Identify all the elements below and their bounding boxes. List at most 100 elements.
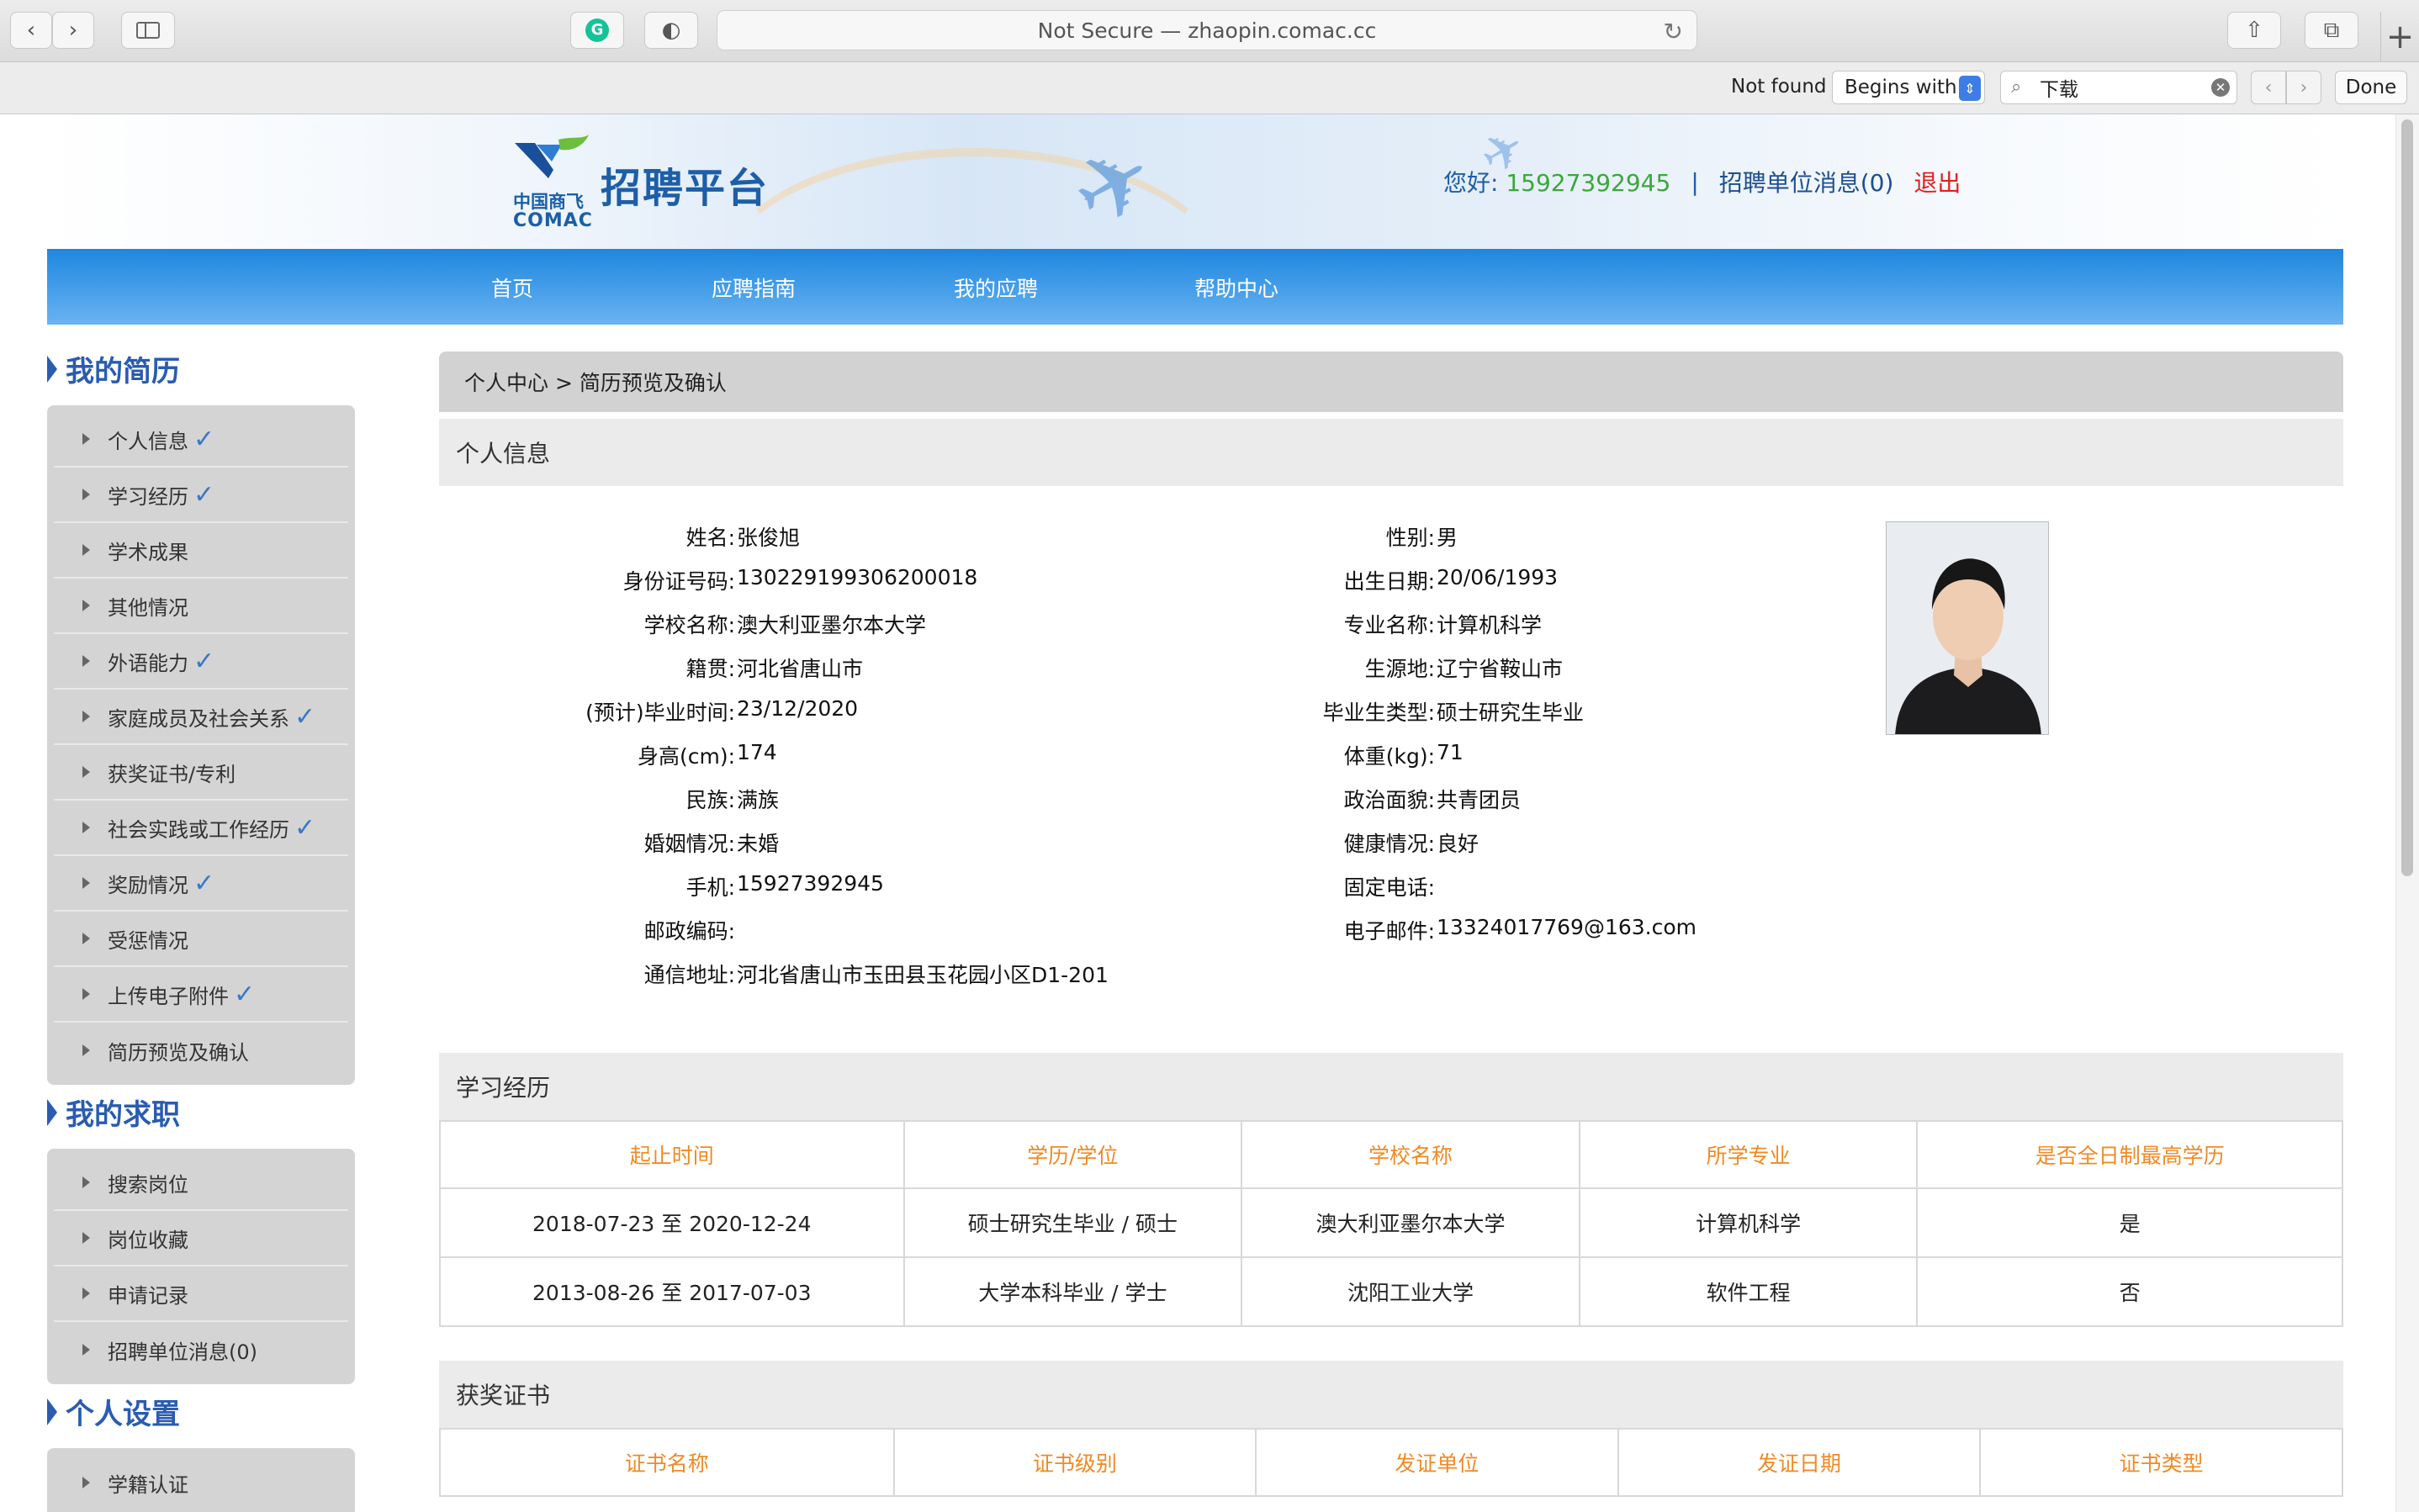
checkmark-icon: ✓: [294, 701, 316, 732]
sidebar-item[interactable]: 外语能力 ✓: [54, 634, 348, 690]
privacy-shield-button[interactable]: ◐: [644, 12, 698, 49]
field-value: 共青团员: [1437, 788, 1522, 812]
field-value: 计算机科学: [1437, 613, 1543, 637]
column-header: 证书级别: [892, 1428, 1257, 1497]
share-button[interactable]: ⇧: [2227, 12, 2281, 49]
user-phone[interactable]: 15927392945: [1506, 169, 1670, 197]
back-button[interactable]: ‹: [10, 12, 52, 49]
triangle-right-icon: [82, 877, 90, 889]
sidebar-item[interactable]: 上传电子附件 ✓: [54, 967, 348, 1023]
sidebar-item[interactable]: 学术成果: [54, 523, 348, 579]
address-text: Not Secure — zhaopin.comac.cc: [1037, 18, 1377, 43]
sidebar-item-label: 奖励情况: [108, 873, 188, 897]
sidebar-toggle-button[interactable]: [121, 12, 175, 49]
sidebar-item[interactable]: 简历预览及确认: [54, 1023, 348, 1078]
find-query: 下载: [2040, 79, 2078, 101]
field-label: 籍贯:: [685, 657, 735, 681]
sidebar-item[interactable]: 家庭成员及社会关系 ✓: [54, 690, 348, 745]
field-value: 174: [737, 740, 777, 764]
sidebar-item[interactable]: 搜索岗位: [54, 1155, 348, 1211]
page-scrollbar[interactable]: [2395, 114, 2419, 1512]
search-icon: ⌕: [2011, 77, 2022, 98]
nav-home[interactable]: 首页: [491, 272, 533, 303]
column-header: 发证日期: [1617, 1428, 1982, 1497]
sidebar-item[interactable]: 招聘单位消息(0): [54, 1322, 348, 1377]
messages-link[interactable]: 招聘单位消息(0): [1719, 165, 1894, 198]
column-header: 证书名称: [439, 1428, 895, 1497]
nav-my-applications[interactable]: 我的应聘: [954, 272, 1038, 303]
find-done-button[interactable]: Done: [2335, 71, 2407, 104]
find-mode-select[interactable]: Begins with ⇕: [1832, 71, 1985, 104]
find-previous-button[interactable]: ‹: [2251, 71, 2286, 104]
field-value: 河北省唐山市玉田县玉花园小区D1-201: [737, 963, 1109, 987]
scroll-thumb[interactable]: [2401, 119, 2413, 876]
triangle-right-icon: [82, 933, 90, 944]
share-icon: ⇧: [2245, 18, 2263, 43]
sidebar-item[interactable]: 其他情况: [54, 579, 348, 634]
sidebar-item-label: 搜索岗位: [108, 1172, 188, 1197]
table-cell: 沈阳工业大学: [1241, 1256, 1580, 1327]
table-row: 2018-07-23 至 2020-12-24 硕士研究生毕业 / 硕士 澳大利亚墨…: [439, 1187, 2343, 1258]
sidebar-item[interactable]: 岗位收藏: [54, 1211, 348, 1266]
comac-logo[interactable]: 中国商飞 COMAC 招聘平台: [511, 133, 781, 234]
clear-icon[interactable]: ✕: [2211, 78, 2230, 97]
tabs-overview-button[interactable]: ⧉: [2305, 12, 2358, 49]
section-personal-info: 个人信息: [439, 419, 2343, 486]
field-value: 13324017769@163.com: [1437, 915, 1697, 939]
field-label: 性别:: [1385, 526, 1435, 550]
updown-arrows-icon: ⇕: [1959, 76, 1981, 101]
browser-toolbar: ‹ › G ◐ Not Secure — zhaopin.comac.cc ↻ …: [0, 0, 2419, 62]
chevron-right-icon: ›: [68, 18, 78, 43]
sidebar-item[interactable]: 申请记录: [54, 1266, 348, 1322]
grammarly-extension-button[interactable]: G: [570, 12, 624, 49]
sidebar-settings-group: 学籍认证: [47, 1448, 355, 1512]
nav-help-center[interactable]: 帮助中心: [1194, 272, 1278, 303]
sidebar-item[interactable]: 获奖证书/专利: [54, 745, 348, 801]
find-next-button[interactable]: ›: [2286, 71, 2321, 104]
sidebar-item-label: 招聘单位消息(0): [108, 1340, 257, 1364]
column-header: 学校名称: [1241, 1120, 1580, 1189]
sidebar-item-label: 学术成果: [108, 540, 188, 564]
table-cell: 否: [1916, 1256, 2343, 1327]
site-title: 招聘平台: [601, 165, 770, 212]
applicant-photo: [1886, 521, 2049, 735]
table-cell: 2018-07-23 至 2020-12-24: [439, 1187, 905, 1258]
sidebar-item[interactable]: 学籍认证: [54, 1455, 348, 1510]
new-tab-button[interactable]: +: [2380, 12, 2419, 62]
address-bar[interactable]: Not Secure — zhaopin.comac.cc ↻: [717, 10, 1697, 50]
find-input[interactable]: ⌕ 下载 ✕: [2000, 71, 2237, 104]
separator: |: [1691, 167, 1699, 196]
comac-logo-mark-icon: [515, 135, 589, 178]
field-label: (预计)毕业时间:: [585, 700, 735, 725]
triangle-right-icon: [47, 1098, 57, 1126]
chevron-right-icon: ›: [2300, 77, 2308, 98]
sidebar-item[interactable]: 社会实践或工作经历 ✓: [54, 801, 348, 856]
checkmark-icon: ✓: [193, 479, 215, 510]
sidebar-item[interactable]: 个人信息 ✓: [54, 412, 348, 468]
sidebar-item[interactable]: 受惩情况: [54, 912, 348, 967]
checkmark-icon: ✓: [294, 812, 316, 843]
triangle-right-icon: [82, 1287, 90, 1299]
field-label: 出生日期:: [1343, 569, 1435, 594]
field-label: 毕业生类型:: [1322, 700, 1435, 725]
sidebar-job-title: 我的求职: [47, 1092, 180, 1133]
logout-link[interactable]: 退出: [1913, 165, 1961, 198]
education-table: 起止时间 学历/学位 学校名称 所学专业 是否全日制最高学历 2018-07-23 至 …: [439, 1120, 2343, 1327]
sidebar-item[interactable]: 奖励情况 ✓: [54, 856, 348, 912]
triangle-right-icon: [82, 766, 90, 778]
field-label: 民族:: [685, 788, 735, 812]
triangle-right-icon: [82, 655, 90, 667]
table-row: 2013-08-26 至 2017-07-03 大学本科毕业 / 学士 沈阳工业大学…: [439, 1256, 2343, 1327]
nav-guide[interactable]: 应聘指南: [712, 272, 796, 303]
field-value: 130229199306200018: [737, 565, 978, 589]
main-nav: 首页 应聘指南 我的应聘 帮助中心: [47, 249, 2343, 325]
sidebar-item[interactable]: 学习经历 ✓: [54, 468, 348, 523]
sidebar-item-label: 上传电子附件: [108, 984, 229, 1008]
forward-button[interactable]: ›: [52, 12, 94, 49]
chevron-left-icon: ‹: [26, 18, 36, 43]
reload-icon[interactable]: ↻: [1664, 18, 1683, 45]
greeting: 您好:: [1443, 169, 1499, 197]
field-value: 20/06/1993: [1437, 565, 1559, 589]
breadcrumb: 个人中心 > 简历预览及确认: [439, 352, 2343, 412]
sidebar-item-label: 受惩情况: [108, 928, 188, 953]
